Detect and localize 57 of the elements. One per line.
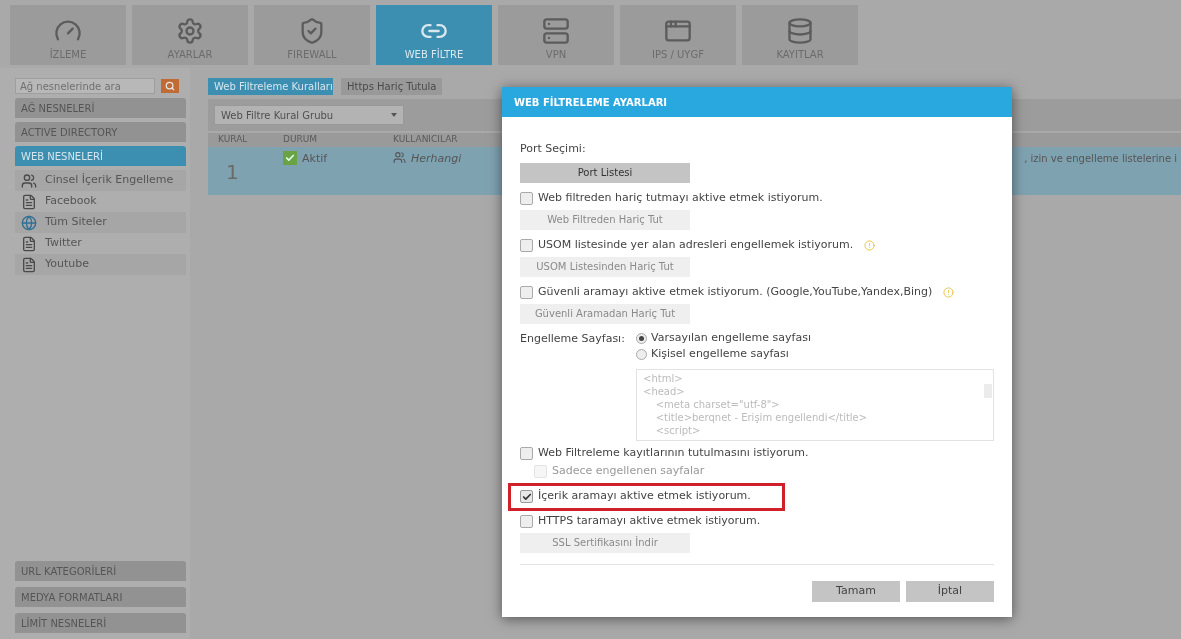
option-label: İçerik aramayı aktive etmek istiyorum.	[538, 488, 751, 505]
info-icon	[943, 287, 955, 298]
database-icon	[786, 17, 814, 45]
option-label: Güvenli aramayı aktive etmek istiyorum. (Google,YouTube,Yandex,Bing)	[538, 284, 933, 301]
sidebar-section[interactable]: MEDYA FORMATLARI	[15, 587, 186, 607]
checkbox[interactable]	[520, 490, 533, 503]
sidebar-section[interactable]: LİMİT NESNELERİ	[15, 613, 186, 633]
sidebar-section[interactable]: AĞ NESNELERİ	[15, 98, 186, 118]
search-button[interactable]	[161, 79, 179, 93]
option-label: Web Filtreleme kayıtlarının tutulmasını istiyorum.	[538, 445, 809, 462]
column-header: DURUM	[282, 133, 319, 146]
checkbox[interactable]	[520, 239, 533, 252]
option-label: Web filtreden hariç tutmayı aktive etmek istiyorum.	[538, 190, 823, 207]
column-header: KULLANICILAR	[392, 133, 459, 146]
content-tab[interactable]: Web Filtreleme Kuralları	[208, 78, 333, 95]
page-icon	[21, 235, 37, 252]
action-button[interactable]: Port Listesi	[520, 162, 690, 183]
option-label: Sadece engellenen sayfalar	[552, 463, 705, 480]
gear-icon	[176, 17, 204, 45]
sidebar-item[interactable]: Facebook	[45, 193, 97, 210]
table-cell-text: Herhangi	[411, 151, 462, 167]
search-field[interactable]: Ağ nesnelerinde ara	[15, 78, 155, 94]
radio-button[interactable]	[636, 333, 647, 344]
users-icon	[21, 172, 37, 189]
globe-icon	[21, 214, 37, 231]
checkbox[interactable]	[520, 286, 533, 299]
group-dropdown[interactable]: Web Filtre Kural Grubu	[214, 105, 404, 125]
sidebar-section[interactable]: ACTIVE DIRECTORY	[15, 122, 186, 142]
code-field[interactable]: <html> <head> <meta charset="utf-8"> <title>berqnet - Erişim engellendi</title> <script>	[636, 368, 994, 441]
field-label: Engelleme Sayfası:	[520, 330, 626, 347]
option-label: USOM listesinde yer alan adresleri engellemek istiyorum.	[538, 237, 854, 254]
page-icon	[21, 193, 37, 210]
table-cell-text: 1	[225, 159, 240, 186]
table-cell-text: Aktif	[302, 151, 328, 167]
option-label: Varsayılan engelleme sayfası	[651, 330, 811, 347]
checkbox[interactable]	[520, 192, 533, 205]
option-label: Kişisel engelleme sayfası	[651, 346, 789, 363]
table-cell-text: , izin ve engelleme listelerine i	[1024, 152, 1177, 166]
users-icon	[393, 151, 406, 164]
checkbox[interactable]	[520, 515, 533, 528]
nav-tab[interactable]: WEB FİLTRE	[376, 5, 492, 65]
option-label: HTTPS taramayı aktive etmek istiyorum.	[538, 513, 761, 530]
radio-button[interactable]	[636, 349, 647, 360]
content-tab[interactable]: Https Hariç Tutula	[341, 78, 443, 95]
sidebar-section[interactable]: WEB NESNELERİ	[15, 146, 186, 166]
checkbox[interactable]	[520, 447, 533, 460]
sidebar-item[interactable]: Twitter	[45, 235, 82, 252]
info-icon	[864, 240, 876, 251]
dialog-title: WEB FİLTRELEME AYARLARI	[502, 87, 1012, 117]
dialog-button[interactable]: Tamam	[812, 580, 900, 602]
page-icon	[21, 256, 37, 273]
dialog-button[interactable]: İptal	[906, 580, 994, 602]
caret-icon	[391, 113, 397, 117]
column-header: KURAL	[217, 133, 249, 146]
field-label: Port Seçimi:	[520, 141, 587, 157]
sidebar-section[interactable]: URL KATEGORİLERİ	[15, 561, 186, 581]
server-icon	[542, 17, 570, 45]
